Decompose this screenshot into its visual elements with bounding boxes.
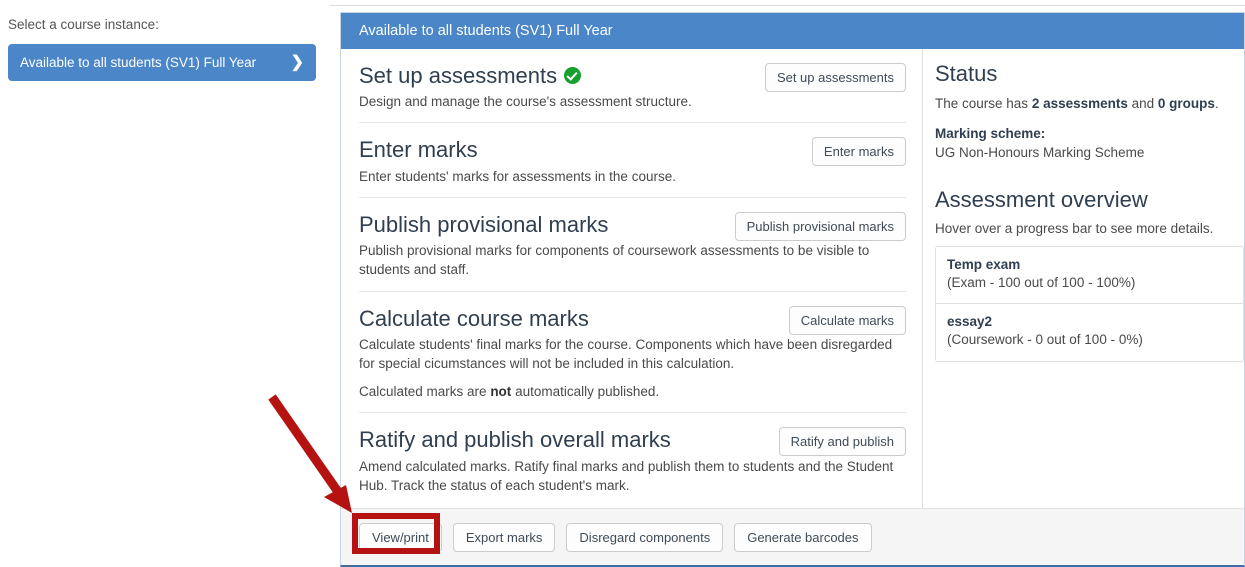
step-title: Calculate course marks (359, 305, 589, 331)
calc-note-post: automatically published. (511, 384, 660, 400)
set-up-assessments-button[interactable]: Set up assessments (764, 63, 906, 92)
assessments-count: 2 assessments (1031, 96, 1128, 111)
status-column: Status The course has 2 assessments and … (922, 49, 1244, 508)
step-calculate-course-marks: Calculate course marks Calculate student… (359, 292, 906, 414)
step-title: Publish provisional marks (359, 211, 609, 237)
list-item[interactable]: essay2 (Coursework - 0 out of 100 - 0%) (936, 304, 1243, 360)
chevron-right-icon: ❯ (290, 53, 304, 71)
step-ratify-and-publish: Ratify and publish overall marks Amend c… (359, 413, 906, 506)
course-instance-sidebar: Select a course instance: Available to a… (0, 0, 330, 567)
list-item[interactable]: Temp exam (Exam - 100 out of 100 - 100%) (936, 247, 1243, 305)
status-heading: Status (935, 61, 998, 86)
step-enter-marks: Enter marks Enter students' marks for as… (359, 123, 906, 198)
summary-mid: and (1127, 96, 1158, 111)
disregard-components-button[interactable]: Disregard components (566, 522, 724, 552)
calc-note-pre: Calculated marks are (359, 384, 491, 400)
step-set-up-assessments: Set up assessments Design and manage the… (359, 49, 906, 124)
assessment-name: Temp exam (947, 256, 1021, 272)
step-title: Set up assessments (359, 63, 558, 88)
marking-scheme-value: UG Non-Honours Marking Scheme (935, 144, 1145, 160)
marking-scheme-label: Marking scheme: (935, 125, 1046, 141)
assessment-list: Temp exam (Exam - 100 out of 100 - 100%)… (935, 245, 1244, 362)
step-description: Design and manage the course's assessmen… (359, 94, 692, 110)
panel-title: Available to all students (SV1) Full Yea… (359, 23, 613, 39)
course-panel: Available to all students (SV1) Full Yea… (340, 12, 1245, 567)
course-instance-label: Available to all students (SV1) Full Yea… (20, 55, 257, 70)
groups-count: 0 groups (1157, 96, 1215, 111)
workflow-steps: Set up assessments Design and manage the… (341, 49, 922, 508)
sidebar-label: Select a course instance: (8, 17, 159, 32)
enter-marks-button[interactable]: Enter marks (811, 137, 906, 167)
panel-header: Available to all students (SV1) Full Yea… (341, 13, 1244, 49)
course-summary-line: The course has 2 assessments and 0 group… (935, 95, 1244, 114)
step-description: Publish provisional marks for components… (359, 243, 870, 278)
ratify-and-publish-button[interactable]: Ratify and publish (778, 427, 906, 457)
step-title: Enter marks (359, 137, 478, 163)
assessment-meta: (Exam - 100 out of 100 - 100%) (947, 274, 1136, 290)
summary-pre: The course has (935, 96, 1032, 111)
step-description: Amend calculated marks. Ratify final mar… (359, 458, 894, 493)
panel-body: Set up assessments Design and manage the… (341, 49, 1244, 508)
generate-barcodes-button[interactable]: Generate barcodes (734, 522, 872, 552)
step-description: Enter students' marks for assessments in… (359, 168, 676, 184)
assessment-overview-note: Hover over a progress bar to see more de… (935, 220, 1214, 236)
step-title: Ratify and publish overall marks (359, 427, 671, 453)
course-instance-button[interactable]: Available to all students (SV1) Full Yea… (8, 44, 316, 81)
view-print-button[interactable]: View/print (359, 522, 442, 552)
export-marks-button[interactable]: Export marks (452, 522, 556, 552)
summary-post: . (1214, 96, 1219, 111)
step-description: Calculate students' final marks for the … (359, 336, 893, 371)
assessment-overview-heading: Assessment overview (935, 186, 1148, 212)
step-description-secondary: Calculated marks are not automatically p… (359, 382, 904, 401)
step-publish-provisional-marks: Publish provisional marks Publish provis… (359, 198, 906, 292)
assessment-name: essay2 (947, 314, 993, 330)
publish-provisional-marks-button[interactable]: Publish provisional marks (734, 211, 906, 241)
panel-footer-toolbar: View/print Export marks Disregard compon… (341, 508, 1244, 565)
check-circle-icon (564, 67, 582, 85)
assessment-meta: (Coursework - 0 out of 100 - 0%) (947, 332, 1143, 348)
calc-note-emphasis: not (490, 384, 512, 400)
calculate-marks-button[interactable]: Calculate marks (788, 305, 906, 335)
